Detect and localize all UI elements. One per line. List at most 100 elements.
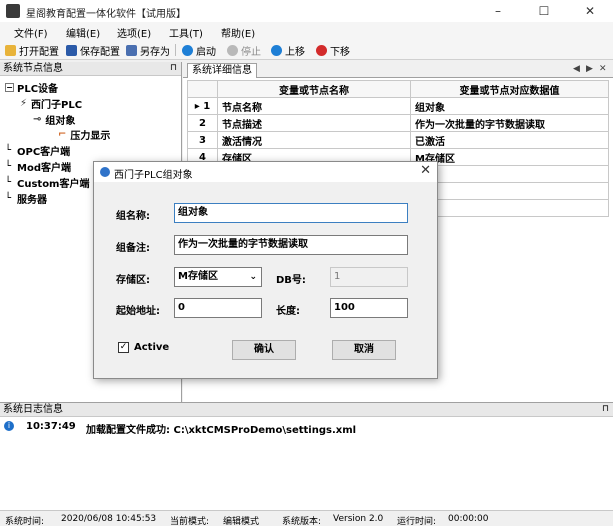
tree-line-icon: └ <box>5 193 12 204</box>
tree-item-pressure[interactable]: ⌐ 压力显示 <box>58 127 110 142</box>
dialog-close-icon[interactable]: ✕ <box>420 163 431 178</box>
chevron-down-icon: ⌄ <box>249 272 257 282</box>
cell-name[interactable]: 激活情况 <box>217 131 411 149</box>
group-name-input[interactable]: 组对象 <box>174 203 408 223</box>
save-as-button[interactable]: 另存为 <box>126 43 170 58</box>
tree-line-icon: └ <box>5 145 12 156</box>
db-number-label: DB号: <box>276 275 306 286</box>
dialog-icon <box>100 167 110 177</box>
storage-area-select[interactable]: M存储区 ⌄ <box>174 267 262 287</box>
tree-item-group-label: 组对象 <box>45 116 76 127</box>
tree-item-plc[interactable]: − PLC设备 <box>5 80 58 95</box>
tree-item-siemens-label: 西门子PLC <box>31 100 83 111</box>
row-number: ▸ 1 <box>187 97 218 115</box>
tree-item-mod[interactable]: └ Mod客户端 <box>5 159 71 174</box>
grid-header-name[interactable]: 变量或节点名称 <box>217 80 411 98</box>
grid-header-value[interactable]: 变量或节点对应数据值 <box>410 80 609 98</box>
tree-item-opc[interactable]: └ OPC客户端 <box>5 143 70 158</box>
dialog-title-bar: 西门子PLC组对象 ✕ <box>94 162 437 182</box>
cell-name[interactable]: 节点名称 <box>217 97 411 115</box>
menu-edit[interactable]: 编辑(E) <box>66 25 100 40</box>
cell-value[interactable]: 作为一次批量的字节数据读取 <box>410 114 609 132</box>
cell-name[interactable]: 节点描述 <box>217 114 411 132</box>
maximize-button[interactable]: ☐ <box>521 0 567 22</box>
status-time-label: 系统时间: <box>5 517 45 526</box>
row-number: 3 <box>187 131 218 149</box>
arrow-down-icon <box>316 44 327 56</box>
menu-tools[interactable]: 工具(T) <box>169 25 203 40</box>
tab-next-icon[interactable]: ▶ <box>586 64 593 74</box>
tab-prev-icon[interactable]: ◀ <box>573 64 580 74</box>
move-down-button[interactable]: 下移 <box>316 43 350 58</box>
tree-item-server[interactable]: └ 服务器 <box>5 191 47 206</box>
log-title: 系统日志信息 <box>3 404 63 415</box>
tree-item-siemens-plc[interactable]: ⚡ 西门子PLC <box>20 96 82 111</box>
status-mode-value: 编辑模式 <box>223 517 260 526</box>
tree-item-plc-label: PLC设备 <box>17 84 59 95</box>
collapse-icon[interactable]: − <box>5 83 14 92</box>
tree-item-custom[interactable]: └ Custom客户端 <box>5 175 89 190</box>
menu-file[interactable]: 文件(F) <box>14 25 48 40</box>
status-bar: 系统时间: 2020/06/08 10:45:53 当前模式: 编辑模式 系统版… <box>0 510 613 526</box>
minimize-button[interactable]: – <box>475 0 521 22</box>
window-title: 星阁教育配置一体化软件【试用版】 <box>26 9 186 20</box>
pin-icon[interactable]: ⊓ <box>170 62 177 75</box>
tree-item-group[interactable]: ⊸ 组对象 <box>33 112 75 127</box>
save-as-icon <box>126 44 137 56</box>
cell-value[interactable]: 组对象 <box>410 97 609 115</box>
log-header: 系统节点信息 系统日志信息 ⊓ <box>0 403 613 417</box>
menu-help[interactable]: 帮助(E) <box>221 25 255 40</box>
group-name-label: 组名称: <box>116 211 150 222</box>
group-object-dialog: 西门子PLC组对象 ✕ 组名称: 组对象 组备注: 作为一次批量的字节数据读取 … <box>93 161 438 379</box>
row-selector-icon: ▸ <box>194 100 200 112</box>
table-row[interactable]: 2 节点描述 作为一次批量的字节数据读取 <box>187 114 609 132</box>
dialog-body: 组名称: 组对象 组备注: 作为一次批量的字节数据读取 存储区: M存储区 ⌄ … <box>94 182 437 378</box>
db-number-input[interactable]: 1 <box>330 267 408 287</box>
confirm-button[interactable]: 确认 <box>232 340 296 360</box>
active-checkbox[interactable]: ✓ <box>118 342 129 353</box>
start-address-label: 起始地址: <box>116 306 160 317</box>
node-tree-header: 系统节点信息 ⊓ <box>0 62 181 76</box>
log-panel: 系统节点信息 系统日志信息 ⊓ i 10:37:49 加载配置文件成功: C:\… <box>0 402 613 510</box>
save-config-button[interactable]: 保存配置 <box>66 43 120 58</box>
play-icon <box>182 44 193 56</box>
status-time-value: 2020/06/08 10:45:53 <box>61 514 157 524</box>
start-button[interactable]: 启动 <box>182 43 216 58</box>
start-address-input[interactable]: 0 <box>174 298 262 318</box>
tree-item-mod-label: Mod客户端 <box>17 163 71 174</box>
detail-tab-bar: 系统详细信息 ◀ ▶ ✕ <box>183 62 613 78</box>
table-row[interactable]: ▸ 1 节点名称 组对象 <box>187 97 609 115</box>
length-label: 长度: <box>276 306 300 317</box>
status-version-value: Version 2.0 <box>333 514 384 524</box>
tree-item-server-label: 服务器 <box>17 195 47 206</box>
move-down-label: 下移 <box>330 46 350 58</box>
stop-button[interactable]: 停止 <box>227 43 261 58</box>
status-runtime-label: 运行时间: <box>397 517 437 526</box>
close-button[interactable]: ✕ <box>567 0 613 22</box>
group-comment-label: 组备注: <box>116 243 150 254</box>
tree-item-pressure-label: 压力显示 <box>70 131 111 142</box>
tree-item-custom-label: Custom客户端 <box>17 179 90 190</box>
grid-header-row: 变量或节点名称 变量或节点对应数据值 <box>187 80 609 98</box>
group-node-icon: ⊸ <box>33 114 42 125</box>
stop-label: 停止 <box>241 46 261 58</box>
cell-value[interactable]: 已激活 <box>410 131 609 149</box>
save-as-label: 另存为 <box>140 46 170 58</box>
tree-line-icon: └ <box>5 161 12 172</box>
save-config-label: 保存配置 <box>80 46 120 58</box>
cell-value[interactable]: M存储区 <box>410 148 609 166</box>
tab-system-detail[interactable]: 系统详细信息 <box>187 63 257 78</box>
group-comment-input[interactable]: 作为一次批量的字节数据读取 <box>174 235 408 255</box>
open-config-button[interactable]: 打开配置 <box>5 43 59 58</box>
tab-close-icon[interactable]: ✕ <box>599 64 607 74</box>
status-runtime-value: 00:00:00 <box>448 514 489 524</box>
menu-options[interactable]: 选项(E) <box>117 25 151 40</box>
status-mode-label: 当前模式: <box>170 517 210 526</box>
move-up-button[interactable]: 上移 <box>271 43 305 58</box>
log-pin-icon[interactable]: ⊓ <box>602 403 609 416</box>
storage-area-label: 存储区: <box>116 275 150 286</box>
cancel-button[interactable]: 取消 <box>332 340 396 360</box>
toolbar-separator <box>175 44 176 56</box>
length-input[interactable]: 100 <box>330 298 408 318</box>
table-row[interactable]: 3 激活情况 已激活 <box>187 131 609 149</box>
